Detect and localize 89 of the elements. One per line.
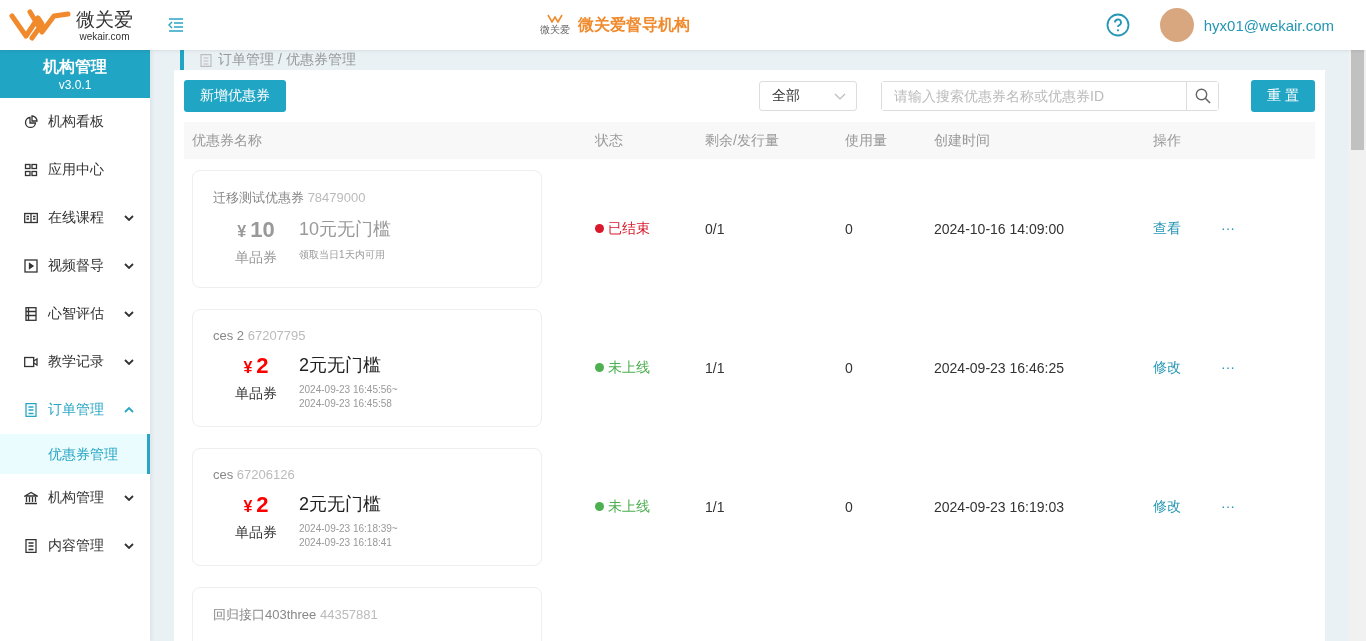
table-cell-text: 2024-09-23 16:46:25 [933,359,1065,376]
coupon-type: 单品券 [235,384,277,403]
chevron-icon [124,543,134,549]
coupon-amount: ¥ 2 [243,491,269,518]
sidebar-item[interactable]: 教学记录 [0,338,150,386]
breadcrumb: 订单管理 / 优惠券管理 [218,51,356,69]
table-cell-text: 2024-10-16 14:09:00 [933,220,1065,237]
collapse-menu-icon[interactable] [168,18,184,32]
search-button[interactable] [1186,82,1219,110]
play-icon [24,259,38,273]
validity-text: 2024-09-23 16:45:58 [299,397,393,409]
document-icon [24,403,38,417]
status-label: 未上线 [608,358,650,377]
chevron-icon [124,215,134,221]
coupon-name: ces 2 67207795 [213,327,307,343]
coupon-amount: ¥ 10 [237,216,275,243]
column-header: 创建时间 [933,131,991,150]
logo-icon [8,8,72,42]
reset-button[interactable]: 重 置 [1251,80,1315,112]
more-button[interactable]: ··· [1221,497,1235,516]
coupon-name: ces 67206126 [213,466,296,482]
logo-domain: wekair.com [79,30,130,42]
action-link[interactable]: 修改 [1153,358,1181,377]
document-icon [24,539,38,553]
sidebar-item[interactable]: 机构看板 [0,98,150,146]
status-label: 已结束 [608,219,650,238]
scrollbar[interactable] [1349,50,1366,641]
table-cell-text: 0/1 [704,220,726,237]
coupon-name: 回归接口403three 44357881 [213,605,379,624]
coupon-type: 单品券 [235,248,277,267]
sidebar-item[interactable]: 视频督导 [0,242,150,290]
column-header: 状态 [594,131,624,150]
chevron-down-icon [834,92,847,100]
column-header: 优惠券名称 [191,131,263,150]
list-icon [24,307,38,321]
more-button[interactable]: ··· [1221,219,1235,238]
sidebar-item[interactable]: 内容管理 [0,522,150,570]
column-header: 使用量 [844,131,888,150]
column-header: 剩余/发行量 [704,131,780,150]
user-email[interactable]: hyx01@wekair.com [1203,16,1334,34]
status-filter-dropdown[interactable]: 全部 [759,81,858,111]
add-coupon-button[interactable]: 新增优惠券 [184,80,286,112]
table-cell-text: 0 [844,498,854,515]
coupon-title: 10元无门槛 [299,217,392,241]
help-icon[interactable] [1105,13,1130,37]
sidebar-item[interactable]: 在线课程 [0,194,150,242]
table-cell-text: 2024-09-23 16:19:03 [933,498,1065,515]
book-icon [24,211,38,225]
table-cell-text: 1/1 [704,498,726,515]
column-header: 操作 [1152,131,1182,150]
table-cell-text: 0 [844,359,854,376]
coupon-amount: ¥ 2 [243,352,269,379]
coupon-type: 单品券 [235,523,277,542]
grid-icon [24,163,38,177]
logo-text: 微关爱 [76,8,133,31]
chevron-icon [124,359,134,365]
avatar[interactable] [1159,8,1194,42]
validity-text: 2024-09-23 16:18:39~ [299,522,398,534]
org-logo: 微关爱 [539,13,570,37]
coupon-name: 迁移测试优惠券 78479000 [213,188,367,207]
sidebar-item[interactable]: 应用中心 [0,146,150,194]
coupon-title: 2元无门槛 [299,492,382,516]
version-label: v3.0.1 [58,77,92,92]
document-icon [200,53,212,67]
sidebar-item[interactable]: 心智评估 [0,290,150,338]
chevron-icon [124,263,134,269]
sidebar-item[interactable]: 订单管理 [0,386,150,434]
chevron-icon [124,407,134,413]
table-cell-text: 0 [844,220,854,237]
search-field[interactable]: 请输入搜索优惠券名称或优惠券ID [881,81,1220,111]
pie-chart-icon [24,115,38,129]
sidebar-subitem[interactable]: 优惠券管理 [0,434,150,474]
action-link[interactable]: 查看 [1153,219,1181,238]
search-icon [1194,88,1211,104]
table-cell-text: 1/1 [704,359,726,376]
sidebar-title: 机构管理 [43,56,107,77]
chevron-icon [124,311,134,317]
coupon-title: 2元无门槛 [299,353,382,377]
org-title: 微关爱督导机构 [577,14,690,35]
action-link[interactable]: 修改 [1153,497,1181,516]
bank-icon [24,491,38,505]
validity-text: 2024-09-23 16:45:56~ [299,383,398,395]
validity-text: 领取当日1天内可用 [299,247,386,262]
chevron-icon [124,495,134,501]
sidebar-item[interactable]: 机构管理 [0,474,150,522]
video-camera-icon [24,355,38,369]
validity-text: 2024-09-23 16:18:41 [299,536,393,548]
status-label: 未上线 [608,497,650,516]
more-button[interactable]: ··· [1221,358,1235,377]
